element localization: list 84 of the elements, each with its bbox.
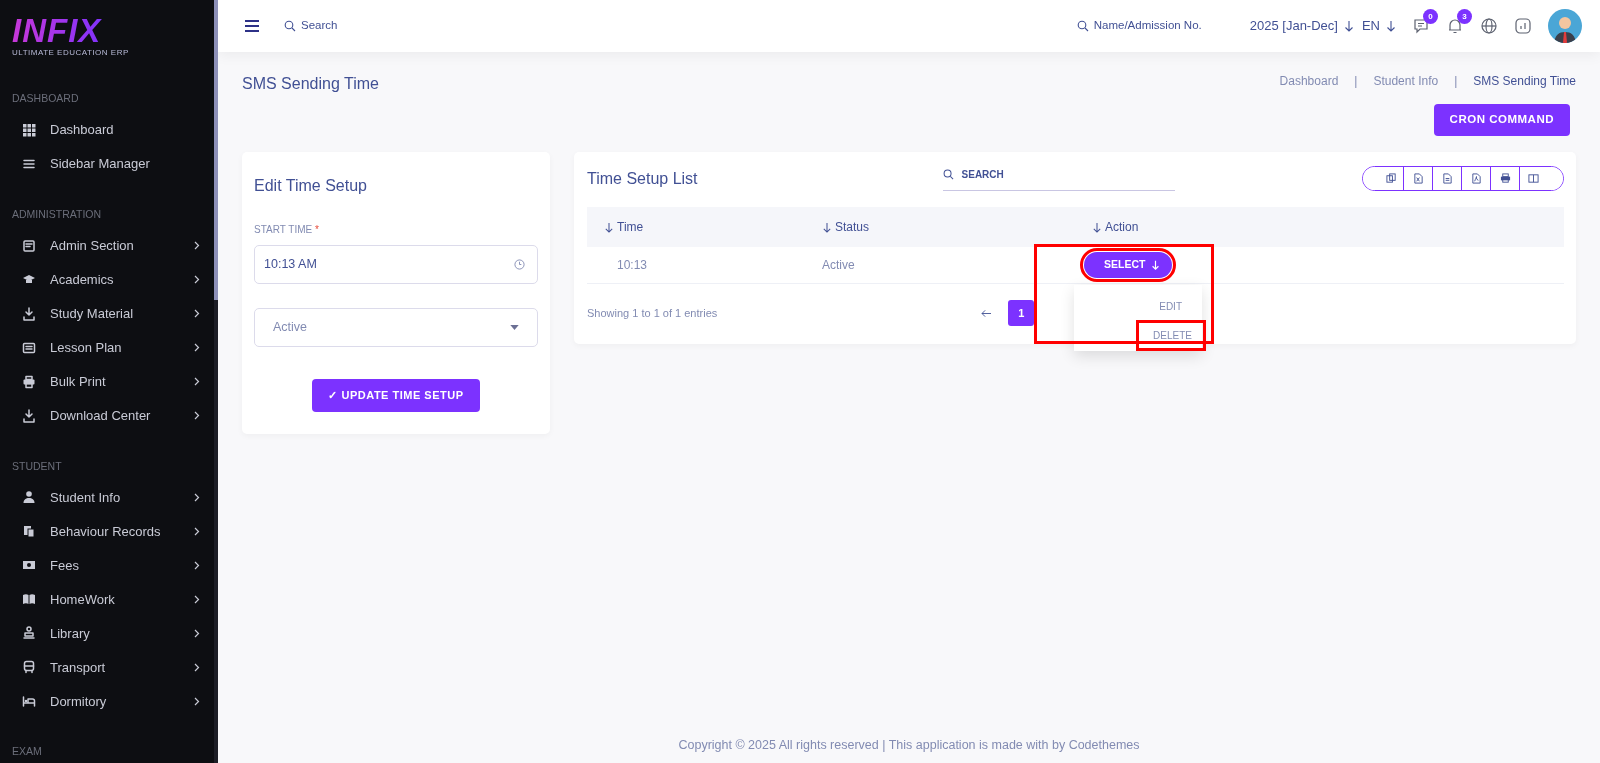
spreadsheet-icon — [1412, 173, 1424, 184]
bell-icon[interactable] — [1446, 17, 1464, 35]
search-icon — [284, 20, 296, 32]
document-icon — [1441, 173, 1453, 184]
sidebar-item[interactable]: Download Center — [0, 398, 218, 433]
column-header[interactable]: Time — [587, 218, 822, 236]
search-field[interactable]: Search — [284, 17, 338, 35]
sidebar-item[interactable]: Sidebar Manager — [0, 146, 218, 181]
arrow-down-icon — [1343, 20, 1354, 32]
search-icon — [942, 168, 954, 180]
section-title: STUDENT — [11, 458, 63, 474]
person-icon — [22, 490, 36, 505]
copyright-text: Copyright © 2025 All rights reserved | This application is made with by Codethemes — [677, 737, 1141, 755]
scrollbar[interactable] — [214, 0, 218, 763]
list-icon — [22, 340, 36, 355]
caret-icon — [510, 325, 519, 330]
page-button[interactable]: 1 — [1008, 300, 1035, 326]
book-icon — [22, 592, 36, 607]
sidebar-item[interactable]: Behaviour Records — [0, 514, 218, 549]
sidebar-item[interactable]: HomeWork — [0, 582, 218, 617]
sidebar-item[interactable]: Library — [0, 616, 218, 651]
field-label: START TIME * — [254, 223, 320, 237]
globe-icon[interactable] — [1480, 17, 1498, 35]
count-badge: 0 — [1423, 9, 1438, 24]
section-title: ADMINISTRATION — [11, 206, 103, 222]
pdf-file-icon — [1470, 173, 1482, 184]
printer-icon — [22, 374, 36, 389]
section-title: EXAM — [11, 744, 43, 760]
sidebar-item[interactable]: Student Info — [0, 480, 218, 515]
columns-button[interactable] — [1519, 167, 1563, 190]
reader-icon — [22, 626, 36, 641]
sidebar-item[interactable]: Bulk Print — [0, 364, 218, 399]
arrow-down-icon — [1151, 260, 1161, 270]
column-header[interactable]: Status — [822, 218, 1092, 236]
separator: | — [1454, 73, 1458, 90]
card-title: Time Setup List — [587, 168, 698, 189]
brand-tagline: ULTIMATE EDUCATION ERP — [12, 47, 130, 59]
columns-icon — [1528, 173, 1539, 184]
clock-icon — [514, 259, 525, 270]
sort-arrow-icon — [1092, 221, 1102, 233]
page-title: SMS Sending Time — [242, 74, 379, 94]
sidebar-item[interactable]: Lesson Plan — [0, 330, 218, 365]
menu-icon[interactable] — [244, 19, 260, 33]
separator: | — [1354, 73, 1358, 90]
time-input-field[interactable]: 10:13 AM — [254, 245, 538, 284]
avatar-icon[interactable] — [1548, 9, 1582, 43]
download-icon — [22, 306, 36, 321]
document-icon — [22, 238, 36, 253]
breadcrumb-link[interactable]: SMS Sending Time — [1473, 72, 1576, 90]
column-header[interactable]: Action — [1092, 218, 1139, 236]
update-time-setup-button[interactable]: ✓ UPDATE TIME SETUP — [312, 379, 480, 412]
previous-page-icon[interactable] — [981, 308, 993, 318]
copy-icon — [1386, 173, 1397, 184]
grid-icon — [22, 122, 36, 137]
sort-arrow-icon — [822, 221, 832, 233]
arrow-down-icon — [1386, 20, 1396, 32]
sidebar-item[interactable]: Academics — [0, 262, 218, 297]
cron-command-button[interactable]: CRON COMMAND — [1433, 104, 1570, 136]
sidebar-item[interactable]: Admin Section — [0, 228, 218, 263]
menu-item[interactable]: EDIT — [1074, 293, 1202, 320]
session-selector[interactable]: 2025 [Jan-Dec] — [1249, 16, 1354, 36]
language-selector[interactable]: EN — [1361, 16, 1396, 36]
search-icon — [1076, 20, 1089, 32]
bar-chart-icon[interactable] — [1514, 17, 1532, 35]
sidebar-item[interactable]: Study Material — [0, 296, 218, 331]
count-badge: 3 — [1457, 9, 1472, 24]
card-title: Edit Time Setup — [254, 176, 368, 196]
sort-arrow-icon — [604, 221, 614, 233]
bus-icon — [22, 660, 36, 675]
sidebar-item[interactable]: Dormitory — [0, 684, 218, 719]
clipboard-icon — [22, 524, 36, 539]
chat-icon[interactable] — [1412, 17, 1430, 35]
download-icon — [22, 408, 36, 423]
printer-icon — [1499, 173, 1511, 184]
section-title: DASHBOARD — [11, 91, 80, 106]
entries-info: Showing 1 to 1 of 1 entries — [587, 305, 718, 321]
table-cell: 10:13 — [617, 258, 648, 272]
table-cell: Active — [822, 258, 855, 272]
student-search-field[interactable]: Name/Admission No. — [1076, 17, 1202, 35]
search-field[interactable]: SEARCH — [942, 166, 1175, 191]
sidebar-item[interactable]: Fees — [0, 548, 218, 583]
bed-icon — [22, 694, 36, 709]
sidebar-item[interactable]: Dashboard — [0, 112, 218, 147]
sidebar-item[interactable]: Transport — [0, 650, 218, 685]
